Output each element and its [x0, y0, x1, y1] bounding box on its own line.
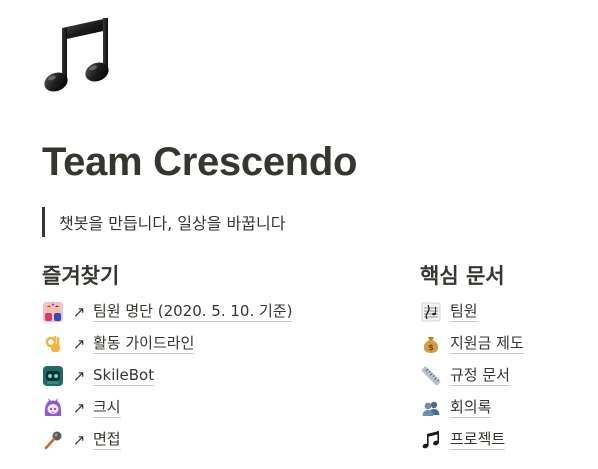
ok-hand-icon	[42, 333, 64, 355]
link-arrow-icon: ↗	[72, 399, 86, 417]
musical-score-icon	[420, 301, 442, 323]
favorite-link-guideline[interactable]: ↗ 활동 가이드라인	[42, 330, 195, 358]
core-doc-link-projects[interactable]: 프로젝트	[420, 426, 506, 454]
link-arrow-icon: ↗	[72, 335, 86, 353]
core-doc-link-regulations[interactable]: 규정 문서	[420, 362, 510, 390]
favorite-link-label[interactable]: 활동 가이드라인	[93, 334, 195, 354]
favorite-link-label[interactable]: 면접	[93, 430, 121, 450]
favorite-link-members[interactable]: ↗ 팀원 명단 (2020. 5. 10. 기준)	[42, 298, 293, 326]
favorite-link-interview[interactable]: ↗ 면접	[42, 426, 121, 454]
core-doc-link-members[interactable]: 팀원	[420, 298, 478, 326]
musical-notes-icon	[420, 429, 442, 451]
core-docs-column: 핵심 문서 팀원 $ 지원금 제도 규정 문서 회의록 프로젝트	[420, 258, 590, 450]
link-arrow-icon: ↗	[72, 367, 86, 385]
svg-text:$: $	[428, 343, 434, 352]
favorites-heading: 즐겨찾기	[42, 264, 120, 288]
couple-heart-icon	[42, 301, 64, 323]
quote-block: 챗봇을 만듭니다, 일상을 바꿉니다	[42, 207, 285, 237]
ruler-icon	[420, 365, 442, 387]
busts-icon	[420, 397, 442, 419]
favorites-column: 즐겨찾기 ↗ 팀원 명단 (2020. 5. 10. 기준) ↗ 활동 가이드라…	[42, 258, 382, 450]
page-title[interactable]: Team Crescendo	[42, 134, 357, 190]
favorite-link-ksi[interactable]: ↗ 크시	[42, 394, 121, 422]
core-docs-heading: 핵심 문서	[420, 264, 505, 288]
core-doc-link-funding[interactable]: $ 지원금 제도	[420, 330, 524, 358]
musical-notes-icon	[44, 18, 109, 92]
page-icon-musical-notes[interactable]	[42, 14, 118, 98]
core-doc-link-label[interactable]: 회의록	[450, 398, 492, 418]
purple-girl-avatar-icon	[42, 397, 64, 419]
money-bag-icon: $	[420, 333, 442, 355]
favorite-link-label[interactable]: SkileBot	[93, 366, 155, 386]
core-doc-link-label[interactable]: 지원금 제도	[450, 334, 524, 354]
favorite-link-label[interactable]: 크시	[93, 398, 121, 418]
core-doc-link-label[interactable]: 팀원	[450, 302, 478, 322]
link-arrow-icon: ↗	[72, 431, 86, 449]
microphone-icon	[42, 429, 64, 451]
quote-text: 챗봇을 만듭니다, 일상을 바꿉니다	[59, 214, 286, 233]
favorite-link-label[interactable]: 팀원 명단 (2020. 5. 10. 기준)	[93, 302, 293, 322]
core-doc-link-minutes[interactable]: 회의록	[420, 394, 492, 422]
skilebot-robot-icon	[42, 365, 64, 387]
core-doc-link-label[interactable]: 프로젝트	[450, 430, 506, 450]
favorite-link-skilebot[interactable]: ↗ SkileBot	[42, 362, 155, 390]
core-doc-link-label[interactable]: 규정 문서	[450, 366, 510, 386]
link-arrow-icon: ↗	[72, 303, 86, 321]
